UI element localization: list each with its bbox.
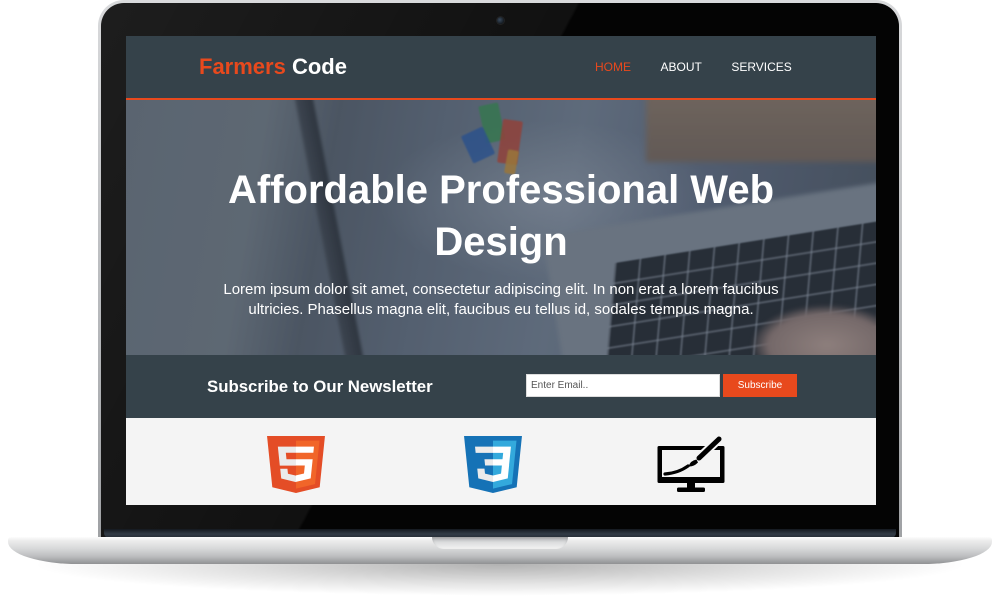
feature-boxes xyxy=(126,418,876,505)
feature-box-css3 xyxy=(464,436,522,493)
website-screen: Farmers Code HOME ABOUT SERVICES Afforda… xyxy=(126,36,876,505)
nav-link-services[interactable]: SERVICES xyxy=(731,36,791,98)
site-header: Farmers Code HOME ABOUT SERVICES xyxy=(126,36,876,100)
newsletter-bar: Subscribe to Our Newsletter Subscribe xyxy=(126,355,876,418)
feature-box-html5 xyxy=(267,436,325,493)
showcase-text: Lorem ipsum dolor sit amet, consectetur … xyxy=(223,281,779,318)
nav-item-home: HOME xyxy=(595,36,631,98)
main-nav: HOME ABOUT SERVICES xyxy=(595,36,792,98)
newsletter-title: Subscribe to Our Newsletter xyxy=(207,377,433,396)
nav-item-services: SERVICES xyxy=(731,36,791,98)
css3-icon xyxy=(464,436,522,493)
logo-text: Code xyxy=(291,54,347,79)
webcam-icon xyxy=(497,17,504,24)
nav-link-home[interactable]: HOME xyxy=(595,36,631,98)
email-input[interactable] xyxy=(526,374,720,397)
site-logo[interactable]: Farmers Code xyxy=(199,36,347,98)
html5-icon xyxy=(267,436,325,493)
showcase-heading: Affordable Professional Web Design xyxy=(227,168,774,264)
subscribe-button[interactable]: Subscribe xyxy=(723,374,797,397)
monitor-brush-icon xyxy=(657,436,725,492)
nav-link-about[interactable]: ABOUT xyxy=(661,36,702,98)
feature-box-design xyxy=(657,436,725,493)
laptop-base-notch xyxy=(432,537,568,549)
logo-highlight: Farmers xyxy=(199,54,286,79)
nav-item-about: ABOUT xyxy=(661,36,702,98)
showcase-banner: Affordable Professional Web Design Lorem… xyxy=(126,100,876,355)
